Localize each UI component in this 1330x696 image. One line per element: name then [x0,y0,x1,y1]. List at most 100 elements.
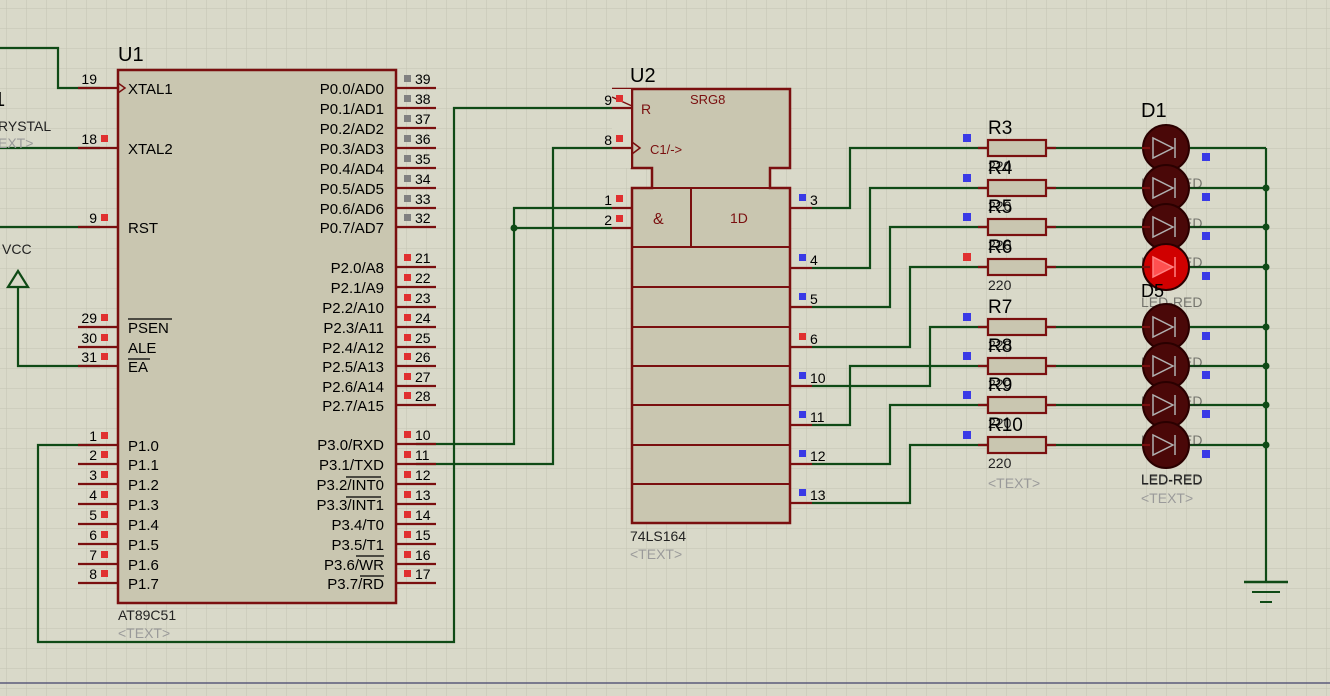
u1-pin-number: 2 [89,447,97,463]
u1-pin-label: XTAL2 [128,141,173,158]
u1-pin-label: P1.4 [128,517,159,534]
u2-body [612,87,792,525]
u1-pin-label: P0.3/AD3 [320,141,384,158]
u1-pin-label: P2.1/A9 [331,280,384,297]
u1-pin-label: P2.4/A12 [322,340,384,357]
u1-microcontroller[interactable]: U1 AT89C51 <TEXT> 19XTAL118XTAL29RST29PS… [78,44,436,641]
u1-pin-number: 28 [415,388,431,404]
u2-d-label: 1D [730,210,748,226]
u1-pin-number: 22 [415,270,431,286]
u2-and-label: & [653,211,664,228]
crystal-name: RYSTAL [0,118,51,134]
u1-pin-number: 31 [81,349,97,365]
u1-pin-label: RST [128,220,158,237]
u2-pin-number: 4 [810,252,818,268]
u1-pin-number: 3 [89,467,97,483]
u1-pin-number: 34 [415,171,431,187]
u1-pin-label: P3.2/INT0 [316,477,384,494]
u1-pin-number: 19 [81,71,97,87]
u2-pin-number: 1 [604,192,612,208]
u1-pin-label: P2.3/A11 [323,320,384,337]
resistor-body [986,178,1048,198]
u1-pin-label: P1.3 [128,497,159,514]
u2-pin-number: 12 [810,448,826,464]
u1-pin-number: 14 [415,507,431,523]
resistor-value: 220 [988,277,1012,293]
u1-pin-number: 18 [81,131,97,147]
resistor-ref: R6 [988,237,1012,258]
u1-pin-label: P3.3/INT1 [316,497,384,514]
u1-pin-label: P2.7/A15 [322,398,384,415]
u1-pin-number: 27 [415,369,431,385]
resistor-body [986,435,1048,455]
u1-pin-number: 9 [89,210,97,226]
u1-pin-number: 15 [415,527,431,543]
u1-pin-number: 12 [415,467,431,483]
u1-pin-label: P3.0/RXD [317,437,384,454]
u1-pin-label: P1.7 [128,576,159,593]
u1-pin-number: 6 [89,527,97,543]
u1-pin-label: P3.7/RD [327,576,384,593]
u1-pin-number: 23 [415,290,431,306]
crystal-text: EXT> [0,135,33,151]
u2-text: <TEXT> [630,546,682,562]
u1-pin-label: P3.6/WR [324,557,384,574]
schematic-canvas[interactable]: 1 RYSTAL EXT> VCC U1 AT89C51 <TEXT> 19XT… [0,0,1330,696]
u2-pin-number: 10 [810,370,826,386]
u1-pin-label: P2.0/A8 [331,260,384,277]
u1-pin-label: P2.2/A10 [322,300,384,317]
u1-pin-label: P2.6/A14 [322,379,384,396]
resistor-ref: R10 [988,415,1023,436]
u1-pin-label: P0.1/AD1 [320,101,384,118]
resistor-body [986,395,1048,415]
resistor-ref: R8 [988,336,1012,357]
u1-pin-number: 32 [415,210,431,226]
u1-pin-label: P1.1 [128,457,159,474]
u1-pin-number: 36 [415,131,431,147]
u1-pin-label: P3.4/T0 [331,517,384,534]
u1-pin-label: P0.0/AD0 [320,81,384,98]
resistor-ref: R3 [988,118,1012,139]
u1-pin-label: P2.5/A13 [322,359,384,376]
resistor-body [986,138,1048,158]
u1-pin-label: XTAL1 [128,81,173,98]
u1-pin-number: 35 [415,151,431,167]
u2-pin-number: 2 [604,212,612,228]
u1-pin-number: 21 [415,250,431,266]
u1-pin-label: P0.6/AD6 [320,201,384,218]
u1-text: <TEXT> [118,625,170,641]
u1-pin-number: 25 [415,330,431,346]
resistor-ref: R9 [988,375,1012,396]
led-d5-ref: D5 [1141,281,1164,301]
u1-pin-number: 10 [415,427,431,443]
u1-pin-label: ALE [128,340,156,357]
u1-pin-label: EA [128,359,148,376]
u1-pin-number: 29 [81,310,97,326]
u1-pin-number: 13 [415,487,431,503]
vcc-label: VCC [2,241,32,257]
u1-pin-number: 33 [415,191,431,207]
resistor-body [986,217,1048,237]
u1-pin-number: 38 [415,91,431,107]
resistor-body [986,356,1048,376]
u2-pin-number: 9 [604,92,612,108]
u2-ref: U2 [630,65,656,87]
u2-reset-label: R [641,101,651,117]
u1-part: AT89C51 [118,607,176,623]
led-text: <TEXT> [1141,490,1193,506]
u1-pin-number: 7 [89,547,97,563]
u1-pin-label: P3.1/TXD [319,457,384,474]
u1-pin-number: 24 [415,310,431,326]
crystal-ref: 1 [0,89,5,111]
u2-part: 74LS164 [630,528,686,544]
u1-pin-label: P1.6 [128,557,159,574]
u1-pin-label: P0.2/AD2 [320,121,384,138]
u2-clock-label: C1/-> [650,142,682,157]
u1-pin-number: 30 [81,330,97,346]
led-array[interactable]: LED-REDLED-REDLED-REDLED-REDLED-REDLED-R… [1141,124,1210,488]
resistor-text: <TEXT> [988,475,1040,491]
u1-pin-number: 11 [415,447,430,463]
u1-pin-label: P1.5 [128,537,159,554]
u2-pin-number: 11 [810,409,825,425]
u2-pin-number: 8 [604,132,612,148]
